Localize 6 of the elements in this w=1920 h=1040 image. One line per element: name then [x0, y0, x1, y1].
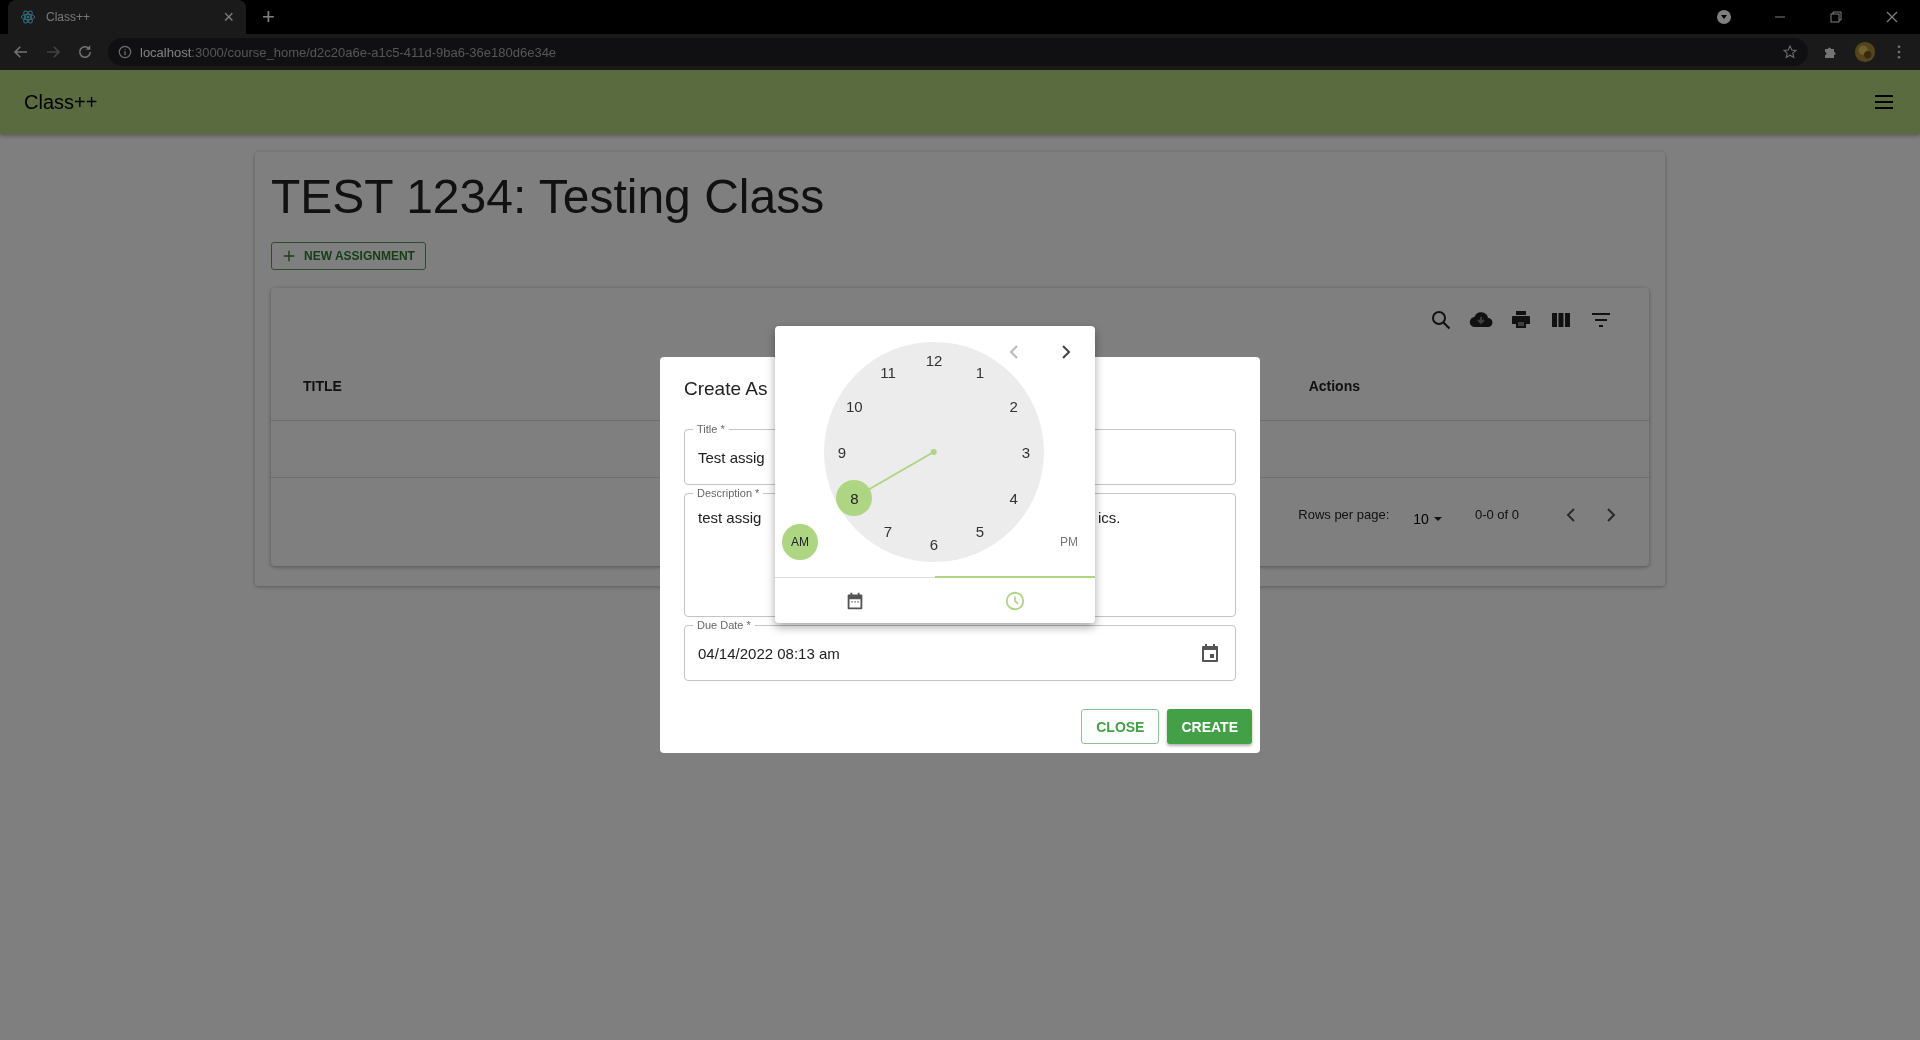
rows-per-page-label: Rows per page:	[1298, 507, 1390, 523]
page-range: 0-0 of 0	[1474, 507, 1519, 523]
tab-title: Class++	[46, 10, 92, 24]
app-title: Class++	[24, 90, 98, 114]
dialog-title: Create As	[684, 377, 768, 401]
course-heading: TEST 1234: Testing Class	[271, 169, 826, 225]
